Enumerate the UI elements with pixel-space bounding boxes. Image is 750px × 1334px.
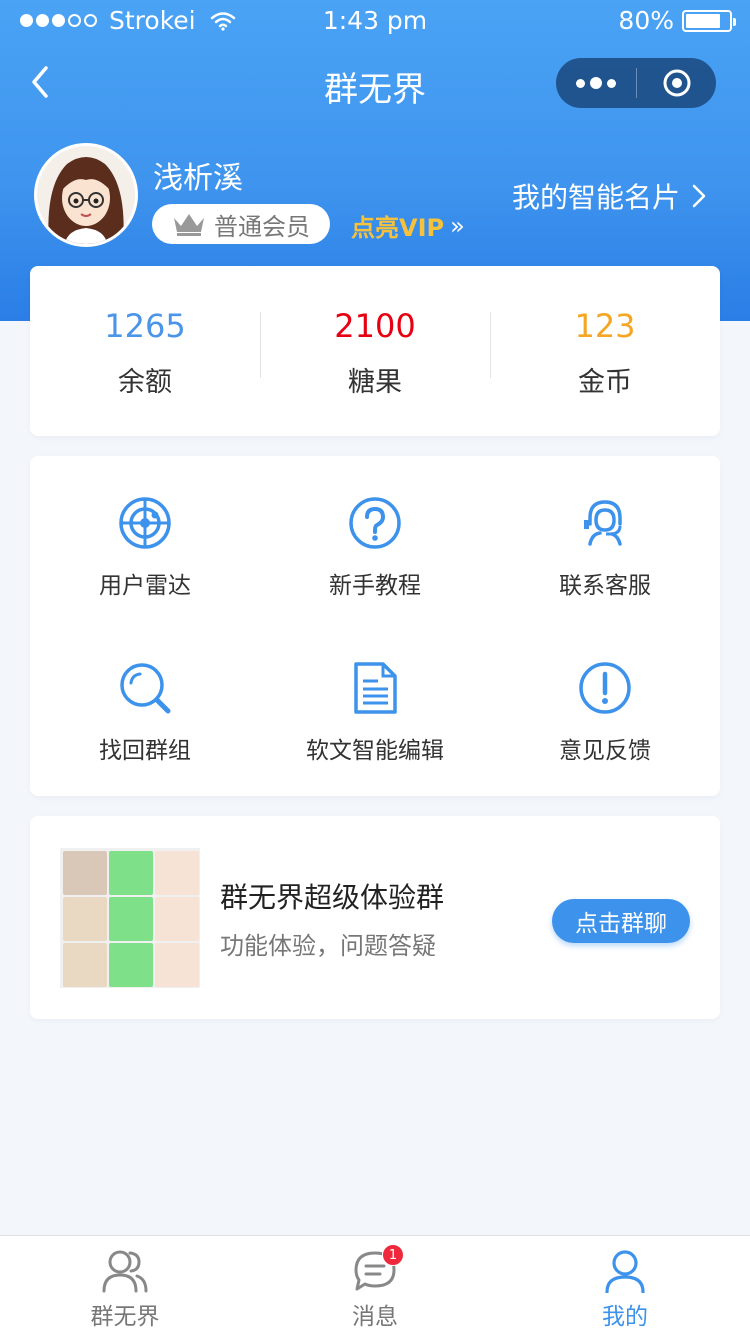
target-icon [663, 69, 690, 97]
menu-item-label: 意见反馈 [559, 738, 651, 764]
group-member-avatar [109, 851, 153, 895]
group-avatar [60, 848, 200, 988]
stats-card: 1265 余额 2100 糖果 123 金币 [30, 266, 720, 436]
battery-percent: 80% [618, 6, 674, 35]
group-title: 群无界超级体验群 [220, 881, 445, 914]
menu-item-label: 新手教程 [329, 573, 421, 599]
avatar[interactable] [34, 143, 138, 247]
tab-bar: 群无界 消息 我的 [0, 1235, 750, 1334]
group-card: 群无界超级体验群 功能体验，问题答疑 点击群聊 [30, 816, 720, 1019]
stat-balance[interactable]: 1265 余额 [30, 304, 260, 399]
username: 浅析溪 [153, 161, 243, 196]
group-member-avatar [155, 851, 199, 895]
tab-label: 消息 [352, 1304, 398, 1330]
document-icon [354, 662, 397, 714]
battery-fill [686, 13, 720, 28]
status-right: 80% [618, 6, 736, 35]
unread-badge: 1 [382, 1244, 404, 1266]
close-button[interactable] [637, 58, 716, 108]
menu-item-label: 用户雷达 [99, 573, 191, 599]
smart-card-link[interactable]: 我的智能名片 [512, 176, 706, 216]
menu-item-smart-editor[interactable]: 软文智能编辑 [260, 661, 490, 811]
more-button[interactable] [556, 58, 636, 108]
avatar-illustration [37, 146, 135, 244]
menu-item-label: 软文智能编辑 [306, 738, 444, 764]
menu-item-label: 找回群组 [99, 738, 191, 764]
group-member-avatar [63, 943, 107, 987]
stat-value: 1265 [104, 306, 186, 345]
group-chat-button[interactable]: 点击群聊 [552, 899, 690, 943]
menu-item-user-radar[interactable]: 用户雷达 [30, 496, 260, 646]
group-member-avatar [155, 897, 199, 941]
tab-label: 群无界 [90, 1304, 160, 1330]
feedback-icon [579, 662, 631, 714]
menu-item-recover-group[interactable]: 找回群组 [30, 661, 260, 811]
tab-home[interactable]: 群无界 [0, 1236, 250, 1334]
member-level-badge: 普通会员 [152, 204, 330, 244]
function-grid: 用户雷达 新手教程 联系客服 找回群组 软文智能编辑 意见反馈 [30, 456, 720, 796]
menu-item-tutorial[interactable]: 新手教程 [260, 496, 490, 646]
smart-card-label: 我的智能名片 [512, 181, 681, 214]
tab-messages[interactable]: 消息 [250, 1236, 500, 1334]
menu-item-customer-service[interactable]: 联系客服 [490, 496, 720, 646]
profile-icon [605, 1250, 645, 1293]
customer-service-icon [584, 500, 622, 546]
stat-candy[interactable]: 2100 糖果 [260, 304, 490, 399]
group-member-avatar [155, 943, 199, 987]
battery-icon [682, 9, 736, 32]
stat-label: 余额 [118, 366, 172, 398]
vip-link-label: 点亮VIP [351, 214, 445, 242]
radar-icon [119, 497, 171, 549]
search-icon [120, 663, 171, 714]
users-icon [102, 1250, 148, 1293]
group-member-avatar [109, 943, 153, 987]
vip-link[interactable]: 点亮VIP » [351, 208, 465, 243]
tab-mine[interactable]: 我的 [500, 1236, 750, 1334]
group-member-avatar [109, 897, 153, 941]
stat-value: 123 [574, 306, 636, 345]
stat-value: 2100 [334, 306, 416, 345]
stat-label: 糖果 [348, 366, 402, 398]
stat-coins[interactable]: 123 金币 [490, 304, 720, 399]
member-level-label: 普通会员 [214, 212, 310, 241]
group-member-avatar [63, 897, 107, 941]
menu-item-label: 联系客服 [559, 573, 651, 599]
group-subtitle: 功能体验，问题答疑 [220, 932, 436, 960]
group-member-avatar [63, 851, 107, 895]
menu-item-feedback[interactable]: 意见反馈 [490, 661, 720, 811]
back-icon[interactable] [24, 64, 60, 100]
stat-label: 金币 [578, 366, 632, 398]
chevron-right-icon [692, 184, 706, 208]
double-chevron-icon: » [450, 211, 465, 240]
mini-program-capsule [556, 58, 716, 108]
crown-icon [174, 214, 204, 236]
tab-label: 我的 [602, 1304, 648, 1330]
help-icon [349, 497, 401, 549]
status-bar: Strokei 1:43 pm 80% [0, 0, 750, 40]
